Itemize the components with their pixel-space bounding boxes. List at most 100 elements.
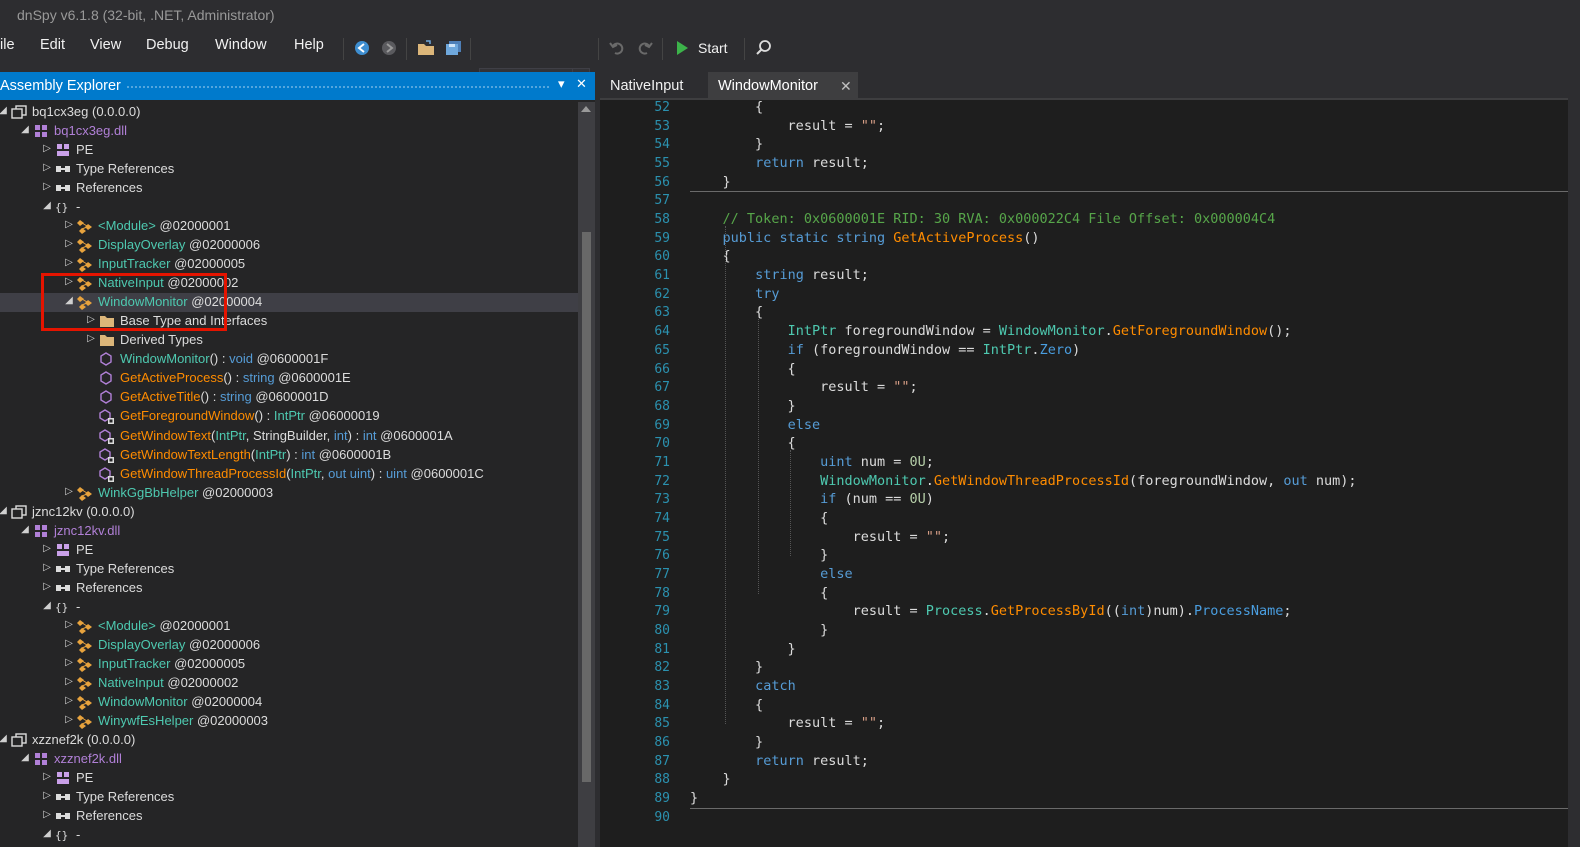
collapsed-arrow-icon[interactable]: ▷ [64, 486, 74, 497]
tree-node[interactable]: ▷ Derived Types [0, 331, 578, 350]
tree-node[interactable]: GetWindowText(IntPtr, StringBuilder, int… [0, 427, 578, 446]
collapsed-arrow-icon[interactable]: ▷ [42, 562, 52, 573]
collapsed-arrow-icon[interactable]: ▷ [42, 181, 52, 192]
expanded-arrow-icon[interactable]: ◢ [0, 733, 8, 744]
undo-icon[interactable] [608, 39, 626, 57]
references-icon [55, 562, 71, 576]
redo-icon[interactable] [636, 39, 654, 57]
collapsed-arrow-icon[interactable]: ▷ [64, 619, 74, 630]
expanded-arrow-icon[interactable]: ◢ [0, 505, 8, 516]
header-grip[interactable] [126, 85, 550, 89]
expanded-arrow-icon[interactable]: ◢ [20, 752, 30, 763]
tree-node[interactable]: GetActiveProcess() : string @0600001E [0, 369, 578, 388]
collapsed-arrow-icon[interactable]: ▷ [64, 238, 74, 249]
expanded-arrow-icon[interactable]: ◢ [42, 600, 52, 611]
scrollbar-thumb[interactable] [582, 232, 591, 782]
save-all-icon[interactable] [445, 39, 463, 57]
tree-node[interactable]: ◢ bq1cx3eg (0.0.0.0) [0, 103, 578, 122]
collapsed-arrow-icon[interactable]: ▷ [42, 162, 52, 173]
forward-arrow-icon[interactable] [380, 39, 398, 57]
tree-node[interactable]: ▷ DisplayOverlay @02000006 [0, 636, 578, 655]
tree-node[interactable]: ▷ References [0, 807, 578, 826]
collapsed-arrow-icon[interactable]: ▷ [42, 809, 52, 820]
tree-node[interactable]: ◢ bq1cx3eg.dll [0, 122, 578, 141]
tree-node[interactable]: ▷ References [0, 179, 578, 198]
tab-windowmonitor[interactable]: WindowMonitor ✕ [708, 72, 858, 100]
tree-node[interactable]: ▷ PE [0, 541, 578, 560]
tree-node[interactable]: GetWindowThreadProcessId(IntPtr, out uin… [0, 465, 578, 484]
menu-edit[interactable]: Edit [40, 37, 65, 53]
tree-node[interactable]: ▷ PE [0, 769, 578, 788]
menu-debug[interactable]: Debug [146, 37, 189, 53]
menu-view[interactable]: View [90, 37, 121, 53]
collapsed-arrow-icon[interactable]: ▷ [64, 714, 74, 725]
expanded-arrow-icon[interactable]: ◢ [20, 124, 30, 135]
tree-node[interactable]: ▷ <Module> @02000001 [0, 617, 578, 636]
tree-node[interactable]: ▷ InputTracker @02000005 [0, 655, 578, 674]
tree-node[interactable]: GetForegroundWindow() : IntPtr @06000019 [0, 407, 578, 426]
expanded-arrow-icon[interactable]: ◢ [20, 524, 30, 535]
tree-node[interactable]: ▷ DisplayOverlay @02000006 [0, 236, 578, 255]
tree-node[interactable]: GetActiveTitle() : string @0600001D [0, 388, 578, 407]
start-button[interactable]: Start [698, 40, 728, 56]
menu-help[interactable]: Help [294, 37, 324, 53]
tree-node[interactable]: ▷ Type References [0, 160, 578, 179]
collapsed-arrow-icon[interactable]: ▷ [64, 638, 74, 649]
collapsed-arrow-icon[interactable]: ▷ [86, 333, 96, 344]
panel-menu-icon[interactable]: ▾ [558, 76, 565, 92]
namespace-icon: {} [55, 200, 71, 214]
tree-node[interactable]: ◢ xzznef2k.dll [0, 750, 578, 769]
pinvoke-method-icon [99, 428, 115, 444]
tree-node[interactable]: WindowMonitor() : void @0600001F [0, 350, 578, 369]
close-icon[interactable]: ✕ [840, 78, 852, 95]
tree-node[interactable]: ▷ WinywfEsHelper @02000003 [0, 712, 578, 731]
class-icon [77, 657, 93, 672]
editor-scroll-strip[interactable] [1568, 100, 1580, 847]
expanded-arrow-icon[interactable]: ◢ [42, 200, 52, 211]
play-icon[interactable] [673, 39, 691, 57]
back-arrow-icon[interactable] [353, 39, 371, 57]
tree-node[interactable]: ▷ References [0, 579, 578, 598]
tree-node[interactable]: ▷ NativeInput @02000002 [0, 674, 578, 693]
pe-icon [55, 771, 71, 785]
tree-node[interactable]: GetWindowTextLength(IntPtr) : int @06000… [0, 446, 578, 465]
tree-node-label: - [76, 199, 81, 215]
tree-node[interactable]: ▷ Type References [0, 788, 578, 807]
tree-node[interactable]: ▷ <Module> @02000001 [0, 217, 578, 236]
menu-window[interactable]: Window [215, 37, 267, 53]
tree-node[interactable]: ▷ InputTracker @02000005 [0, 255, 578, 274]
code-line: result = Process.GetProcessById((int)num… [657, 603, 1292, 620]
collapsed-arrow-icon[interactable]: ▷ [42, 790, 52, 801]
close-icon[interactable]: ✕ [576, 76, 587, 92]
search-icon[interactable] [755, 39, 773, 57]
folder-icon [99, 333, 115, 347]
collapsed-arrow-icon[interactable]: ▷ [42, 143, 52, 154]
tree-node[interactable]: ▷ WinkGgBbHelper @02000003 [0, 484, 578, 503]
tree-node[interactable]: ◢{} - [0, 826, 578, 845]
code-editor[interactable]: 52 {53 result = ""; 54 } 55 return result;… [600, 100, 1568, 847]
tree-node[interactable]: ◢{} - [0, 198, 578, 217]
collapsed-arrow-icon[interactable]: ▷ [64, 695, 74, 706]
tree-node[interactable]: ◢ xzznef2k (0.0.0.0) [0, 731, 578, 750]
collapsed-arrow-icon[interactable]: ▷ [42, 581, 52, 592]
tree-node[interactable]: ▷ WindowMonitor @02000004 [0, 693, 578, 712]
collapsed-arrow-icon[interactable]: ▷ [64, 219, 74, 230]
expanded-arrow-icon[interactable]: ◢ [42, 828, 52, 839]
tab-nativeinput[interactable]: NativeInput [600, 72, 706, 100]
collapsed-arrow-icon[interactable]: ▷ [42, 771, 52, 782]
menu-file[interactable]: ile [0, 37, 15, 53]
tree-node-label: NativeInput @02000002 [98, 674, 239, 690]
collapsed-arrow-icon[interactable]: ▷ [64, 257, 74, 268]
open-folder-icon[interactable] [417, 39, 435, 57]
tree-node[interactable]: ◢{} - [0, 598, 578, 617]
collapsed-arrow-icon[interactable]: ▷ [64, 676, 74, 687]
tree-scrollbar[interactable] [578, 102, 595, 847]
tree-node[interactable]: ◢ jznc12kv (0.0.0.0) [0, 503, 578, 522]
collapsed-arrow-icon[interactable]: ▷ [64, 657, 74, 668]
scroll-up-icon[interactable] [581, 106, 591, 112]
collapsed-arrow-icon[interactable]: ▷ [42, 543, 52, 554]
expanded-arrow-icon[interactable]: ◢ [0, 105, 8, 116]
tree-node[interactable]: ▷ Type References [0, 560, 578, 579]
tree-node[interactable]: ◢ jznc12kv.dll [0, 522, 578, 541]
tree-node[interactable]: ▷ PE [0, 141, 578, 160]
